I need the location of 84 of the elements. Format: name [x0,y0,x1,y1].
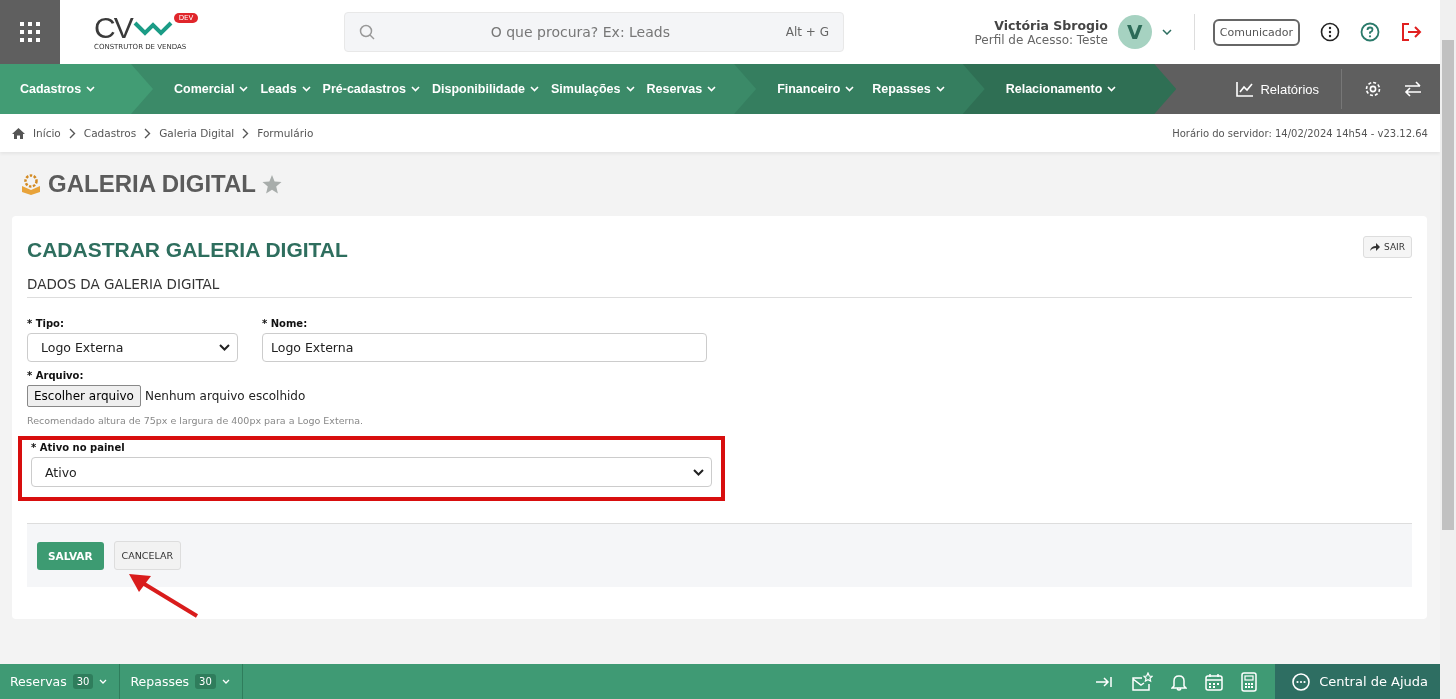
search-input[interactable]: O que procura? Ex: Leads [385,23,776,41]
chevron-down-icon [625,86,635,92]
settings-icon[interactable] [1364,80,1382,98]
nav-menu-item[interactable]: Reservas [646,82,717,96]
apps-menu-button[interactable] [0,0,60,64]
nav-menu-item[interactable]: Simulações [551,82,635,96]
nav-menu-item[interactable]: Repasses [872,82,945,96]
chevron-down-icon [301,86,311,92]
page-title: GALERIA DIGITAL [48,170,256,198]
more-options-icon[interactable] [1320,22,1340,42]
chevron-down-icon [845,86,855,92]
chevron-down-icon [530,86,540,92]
choose-file-button[interactable]: Escolher arquivo [27,385,141,407]
name-input[interactable]: Logo Externa [262,333,707,362]
file-status: Nenhum arquivo escolhido [144,389,306,403]
user-avatar[interactable]: V [1117,15,1152,49]
cancel-button[interactable]: CANCELAR [113,541,182,570]
chevron-down-icon [707,86,717,92]
nav-menu-item[interactable]: Disponibilidade [431,82,540,96]
form-title: CADASTRAR GALERIA DIGITAL [27,238,348,262]
reports-link[interactable]: Relatórios [1236,81,1319,97]
chevron-down-icon [86,86,96,92]
logo-wave-icon [132,19,173,37]
count-badge: 30 [195,674,216,689]
chat-bubble-icon [1291,671,1312,692]
home-icon [12,127,25,139]
star-icon[interactable] [262,174,282,194]
nav-menu-item[interactable]: Financeiro [777,82,855,96]
nav-menu-item[interactable]: Leads [260,82,311,96]
mail-star-icon[interactable] [1131,671,1154,692]
breadcrumb-link[interactable]: Formulário [257,127,314,139]
nav-menu-item[interactable]: Relacionamento [1005,82,1117,96]
communicator-button[interactable]: Comunicador [1212,18,1300,46]
collapse-arrow-icon[interactable] [1095,674,1114,689]
type-select[interactable]: Logo Externa [27,333,238,362]
active-select[interactable]: Ativo [31,457,712,487]
help-icon[interactable] [1360,22,1380,42]
logout-icon[interactable] [1400,22,1422,42]
search-icon [359,24,375,40]
chevron-right-icon [68,127,76,139]
share-arrow-icon [1370,243,1381,251]
chevron-down-icon [410,86,420,92]
calendar-icon[interactable] [1205,672,1224,691]
calculator-icon[interactable] [1241,671,1258,692]
chevron-right-icon [242,127,250,139]
chevron-down-icon [239,86,249,92]
field-hint: Recomendado altura de 75px e largura de 400px para a Logo Externa. [27,415,365,426]
footer-tab[interactable]: Repasses 30 [120,664,243,699]
help-center-button[interactable]: Central de Ajuda [1275,664,1440,699]
line-chart-icon [1236,81,1255,97]
chevron-down-icon [219,344,230,351]
chevron-down-icon [935,86,945,92]
server-info: Horário do servidor: 14/02/2024 14h54 - v23.12.64 [1172,127,1428,139]
logo-letters: CV [94,13,132,43]
chevron-down-icon[interactable] [1161,29,1172,35]
nav-menu-item[interactable]: Pré-cadastros [322,82,420,96]
count-badge: 30 [72,674,94,689]
field-label: * Ativo no painel [31,442,126,453]
footer-tab[interactable]: Reservas 30 [0,664,121,699]
field-label: * Tipo: [27,318,65,329]
chevron-down-icon [221,679,230,684]
user-profile: Perfil de Acesso: Teste [974,32,1108,47]
grid-icon [19,21,41,43]
shortcut-hint: Alt + G [785,25,829,39]
exit-button[interactable]: SAIR [1363,236,1412,258]
section-heading: DADOS DA GALERIA DIGITAL [27,262,1412,298]
search-field[interactable]: O que procura? Ex: Leads Alt + G [344,12,844,52]
scrollbar[interactable] [1440,0,1456,699]
nav-menu-item[interactable]: Comercial [174,82,249,96]
swap-arrows-icon[interactable] [1404,81,1422,97]
chevron-down-icon [1107,86,1117,92]
breadcrumb-link[interactable]: Início [33,127,61,139]
field-label: * Arquivo: [27,370,85,381]
box-gear-icon [20,173,42,195]
save-button[interactable]: SALVAR [37,541,104,570]
breadcrumb-link[interactable]: Cadastros [83,127,137,139]
bell-icon[interactable] [1171,672,1188,691]
chevron-down-icon [693,468,704,476]
chevron-down-icon [99,679,108,684]
chevron-right-icon [144,127,152,139]
breadcrumb-link[interactable]: Galeria Digital [159,127,235,139]
nav-menu-item[interactable]: Cadastros [20,82,96,96]
user-name: Victória Sbrogio [994,17,1108,33]
field-label: * Nome: [262,318,309,329]
